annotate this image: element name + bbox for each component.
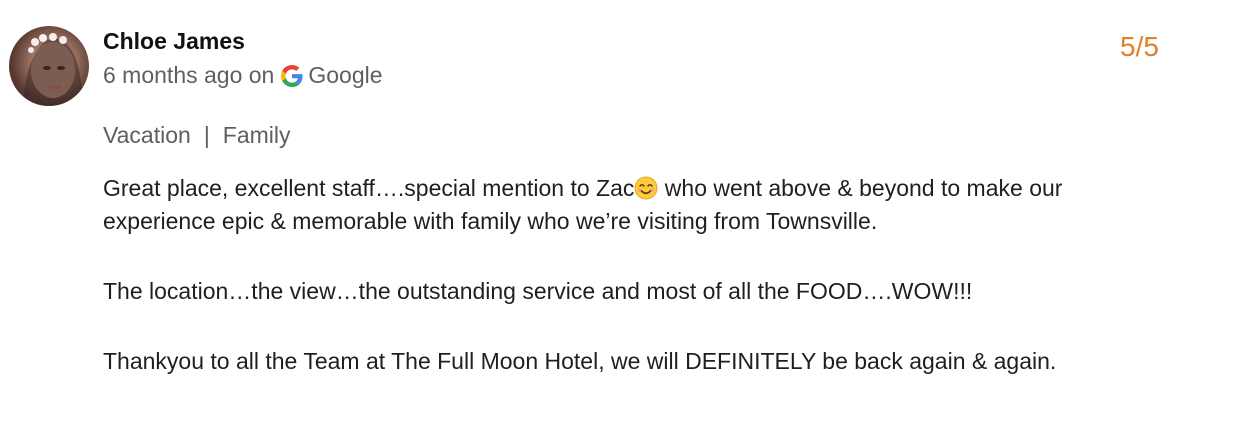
avatar[interactable] bbox=[9, 26, 89, 106]
source-name: Google bbox=[308, 62, 383, 88]
tag-vacation: Vacation bbox=[103, 122, 191, 148]
review-tags: Vacation | Family bbox=[103, 122, 291, 149]
tag-family: Family bbox=[222, 122, 291, 148]
smiling-face-emoji-icon bbox=[634, 176, 658, 200]
time-ago: 6 months ago on bbox=[103, 62, 275, 88]
review-card: Chloe James 6 months ago on Google 5/5 V… bbox=[0, 0, 1250, 430]
google-g-icon bbox=[281, 64, 303, 87]
review-text: Great place, excellent staff….special me… bbox=[103, 172, 1178, 415]
review-paragraph-3: Thankyou to all the Team at The Full Moo… bbox=[103, 348, 1057, 374]
paragraph-1-text-start: Great place, excellent staff….special me… bbox=[103, 175, 635, 201]
review-paragraph-1: Great place, excellent staff….special me… bbox=[103, 172, 1178, 238]
rating-score: 5/5 bbox=[1120, 31, 1159, 62]
avatar-photo bbox=[23, 33, 83, 106]
tag-separator: | bbox=[203, 122, 210, 148]
review-paragraph-2: The location…the view…the outstanding se… bbox=[103, 278, 973, 304]
author-name[interactable]: Chloe James bbox=[103, 28, 245, 55]
review-meta: 6 months ago on Google bbox=[103, 62, 383, 89]
